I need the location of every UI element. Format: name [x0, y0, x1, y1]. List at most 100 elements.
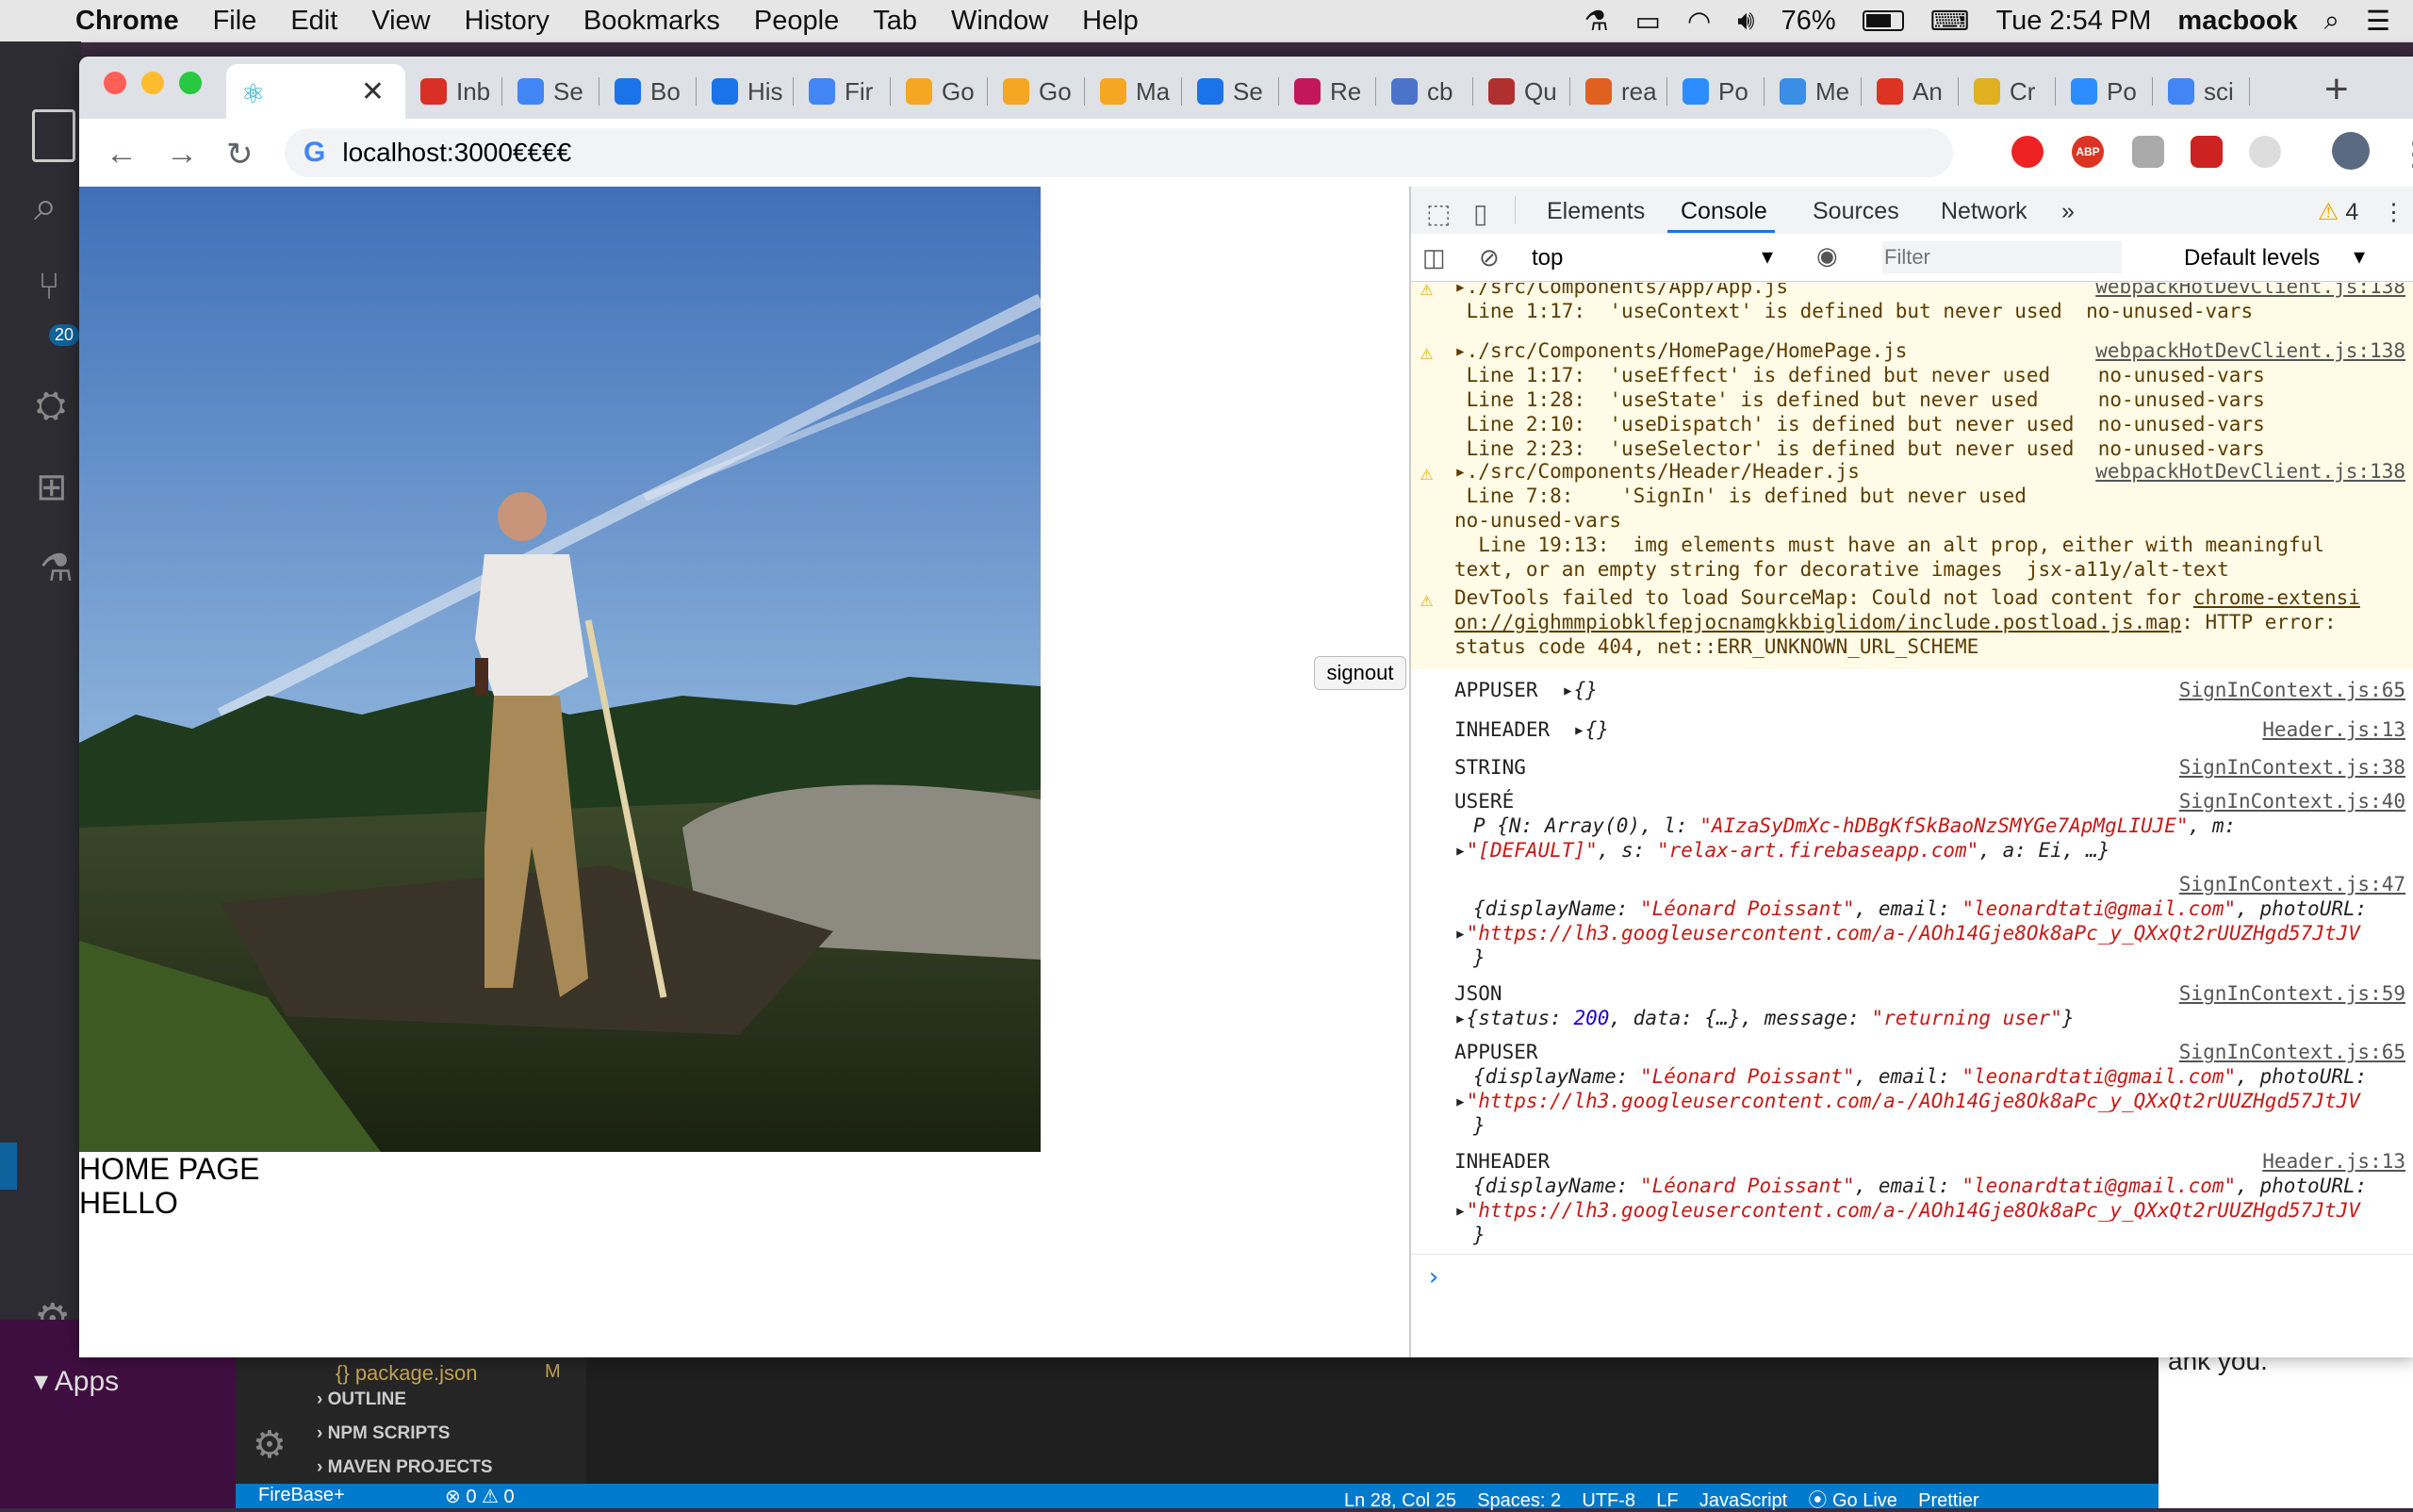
- user-object-line[interactable]: ▸"https://lh3.googleusercontent.com/a-/A…: [1454, 1090, 2360, 1112]
- menu-bookmarks[interactable]: Bookmarks: [583, 6, 720, 37]
- source-link[interactable]: webpackHotDevClient.js:138: [2095, 339, 2405, 362]
- source-link[interactable]: Header.js:13: [2262, 718, 2405, 741]
- forward-icon[interactable]: →: [166, 136, 198, 173]
- tab-5[interactable]: Go: [891, 64, 988, 119]
- tab-0[interactable]: Inb: [405, 64, 502, 119]
- tab-network[interactable]: Network: [1941, 198, 2027, 225]
- signout-button[interactable]: signout: [1314, 656, 1406, 690]
- context-selector[interactable]: top: [1532, 245, 1563, 271]
- menu-people[interactable]: People: [754, 6, 839, 37]
- tab-2[interactable]: Bo: [599, 64, 697, 119]
- search-icon[interactable]: ⌕: [34, 183, 57, 230]
- branch-status[interactable]: FireBase+: [258, 1485, 345, 1506]
- new-tab-button[interactable]: +: [2324, 66, 2349, 113]
- notification-center-icon[interactable]: ☰: [2366, 5, 2390, 38]
- outline-section[interactable]: › OUTLINE: [317, 1389, 406, 1410]
- adblock-plus-icon[interactable]: ABP: [2072, 136, 2104, 168]
- airplay-icon[interactable]: ▭: [1635, 5, 1661, 38]
- bug-extension-icon[interactable]: [2191, 136, 2223, 168]
- zoom-window-button[interactable]: [179, 72, 202, 94]
- flask-icon[interactable]: ⚗: [1584, 5, 1609, 38]
- spotlight-search-icon[interactable]: ⌕: [2324, 6, 2339, 37]
- devtools-menu-icon[interactable]: ⋮: [2382, 198, 2405, 226]
- log-object[interactable]: P {N: Array(0), l: "AIzaSyDmXc-hDBgKfSkB…: [1473, 814, 2236, 837]
- tab-elements[interactable]: Elements: [1547, 198, 1645, 225]
- source-link[interactable]: SignInContext.js:59: [2179, 982, 2405, 1005]
- warning-count[interactable]: ⚠ 4: [2318, 198, 2358, 226]
- address-bar[interactable]: G localhost:3000€€€€: [285, 128, 1953, 177]
- profile-avatar[interactable]: [2332, 132, 2370, 170]
- log-object[interactable]: ▸{}: [1562, 679, 1598, 701]
- settings-gear-icon[interactable]: ⚙: [253, 1423, 287, 1467]
- tab-13[interactable]: Po: [1667, 64, 1765, 119]
- source-link[interactable]: Header.js:13: [2262, 1150, 2405, 1173]
- source-link[interactable]: SignInContext.js:40: [2179, 790, 2405, 813]
- user-object-line[interactable]: ▸"https://lh3.googleusercontent.com/a-/A…: [1454, 922, 2360, 945]
- explorer-icon[interactable]: [32, 109, 75, 162]
- extensions-icon[interactable]: ⊞: [36, 466, 68, 509]
- source-link[interactable]: webpackHotDevClient.js:138: [2095, 283, 2405, 298]
- clipboard-extension-icon[interactable]: [2132, 136, 2164, 168]
- wifi-icon[interactable]: ◠: [1687, 5, 1711, 38]
- tab-10[interactable]: cb: [1376, 64, 1473, 119]
- menu-edit[interactable]: Edit: [290, 6, 337, 37]
- address-text[interactable]: localhost:3000€€€€: [342, 138, 571, 168]
- sidebar-toggle-icon[interactable]: ◫: [1422, 243, 1446, 272]
- menu-history[interactable]: History: [465, 6, 550, 37]
- source-link[interactable]: SignInContext.js:65: [2179, 679, 2405, 701]
- user-object-line[interactable]: {displayName: "Léonard Poissant", email:…: [1473, 897, 2367, 920]
- clear-console-icon[interactable]: ⊘: [1479, 243, 1500, 272]
- tab-18[interactable]: sci: [2153, 64, 2250, 119]
- live-expression-eye-icon[interactable]: ◉: [1816, 241, 1838, 271]
- user-object-line[interactable]: ▸"https://lh3.googleusercontent.com/a-/A…: [1454, 1199, 2360, 1222]
- sourcemap-link[interactable]: on://gighmmpiobklfepjocnamgkkbiglidom/in…: [1454, 611, 2181, 633]
- source-control-icon[interactable]: ⑂: [38, 266, 60, 308]
- filter-input[interactable]: [1882, 241, 2122, 273]
- menu-view[interactable]: View: [371, 6, 430, 37]
- user-object-line[interactable]: {displayName: "Léonard Poissant", email:…: [1473, 1175, 2367, 1197]
- battery-percent[interactable]: 76%: [1781, 6, 1836, 37]
- debug-icon[interactable]: ⛭: [36, 385, 66, 427]
- source-link[interactable]: SignInContext.js:65: [2179, 1041, 2405, 1063]
- tab-9[interactable]: Re: [1279, 64, 1376, 119]
- tab-3[interactable]: His: [697, 64, 794, 119]
- menubar-clock[interactable]: Tue 2:54 PM: [1995, 6, 2151, 37]
- tab-16[interactable]: Cr: [1959, 64, 2056, 119]
- menu-help[interactable]: Help: [1082, 6, 1139, 37]
- maven-section[interactable]: › MAVEN PROJECTS: [317, 1457, 493, 1478]
- more-tabs-icon[interactable]: »: [2061, 198, 2075, 225]
- chevron-down-icon[interactable]: ▾: [2354, 243, 2365, 271]
- tab-4[interactable]: Fir: [794, 64, 891, 119]
- tab-17[interactable]: Po: [2056, 64, 2153, 119]
- volume-icon[interactable]: 🔊︎: [1737, 6, 1754, 37]
- back-icon[interactable]: ←: [106, 136, 138, 173]
- log-levels-dropdown[interactable]: Default levels: [2184, 245, 2320, 271]
- keyboard-icon[interactable]: ⌨: [1930, 5, 1970, 38]
- menu-window[interactable]: Window: [951, 6, 1048, 37]
- tab-12[interactable]: rea: [1570, 64, 1667, 119]
- warning-source-file[interactable]: ▸./src/Components/Header/Header.js: [1454, 460, 1860, 483]
- file-package-json[interactable]: {} package.json: [336, 1361, 477, 1386]
- tab-8[interactable]: Se: [1182, 64, 1279, 119]
- warning-source-file[interactable]: ▸./src/Components/App/App.js: [1454, 283, 1788, 298]
- chrome-menu-icon[interactable]: ⋮: [2398, 136, 2413, 173]
- log-object[interactable]: ▸{status: 200, data: {…}, message: "retu…: [1454, 1007, 2075, 1029]
- tab-11[interactable]: Qu: [1473, 64, 1570, 119]
- npm-scripts-section[interactable]: › NPM SCRIPTS: [317, 1423, 450, 1444]
- sourcemap-link[interactable]: chrome-extensi: [2193, 586, 2360, 609]
- battery-icon[interactable]: [1862, 10, 1904, 31]
- chevron-down-icon[interactable]: ▾: [1762, 243, 1773, 271]
- source-link[interactable]: SignInContext.js:38: [2179, 756, 2405, 779]
- user-object-line[interactable]: {displayName: "Léonard Poissant", email:…: [1473, 1065, 2367, 1088]
- close-tab-icon[interactable]: ✕: [361, 75, 385, 108]
- apps-section[interactable]: ▾ Apps: [34, 1365, 119, 1398]
- tab-active-localhost[interactable]: ⚛ ✕: [226, 64, 405, 119]
- tab-sources[interactable]: Sources: [1813, 198, 1899, 225]
- warning-source-file[interactable]: ▸./src/Components/HomePage/HomePage.js: [1454, 339, 1907, 362]
- menu-file[interactable]: File: [213, 6, 257, 37]
- tab-1[interactable]: Se: [502, 64, 599, 119]
- problems-status[interactable]: ⊗ 0 ⚠ 0: [445, 1485, 515, 1508]
- adblock-hand-icon[interactable]: [2011, 136, 2044, 168]
- device-toolbar-icon[interactable]: ▯: [1473, 198, 1487, 229]
- menubar-user[interactable]: macbook: [2177, 6, 2297, 37]
